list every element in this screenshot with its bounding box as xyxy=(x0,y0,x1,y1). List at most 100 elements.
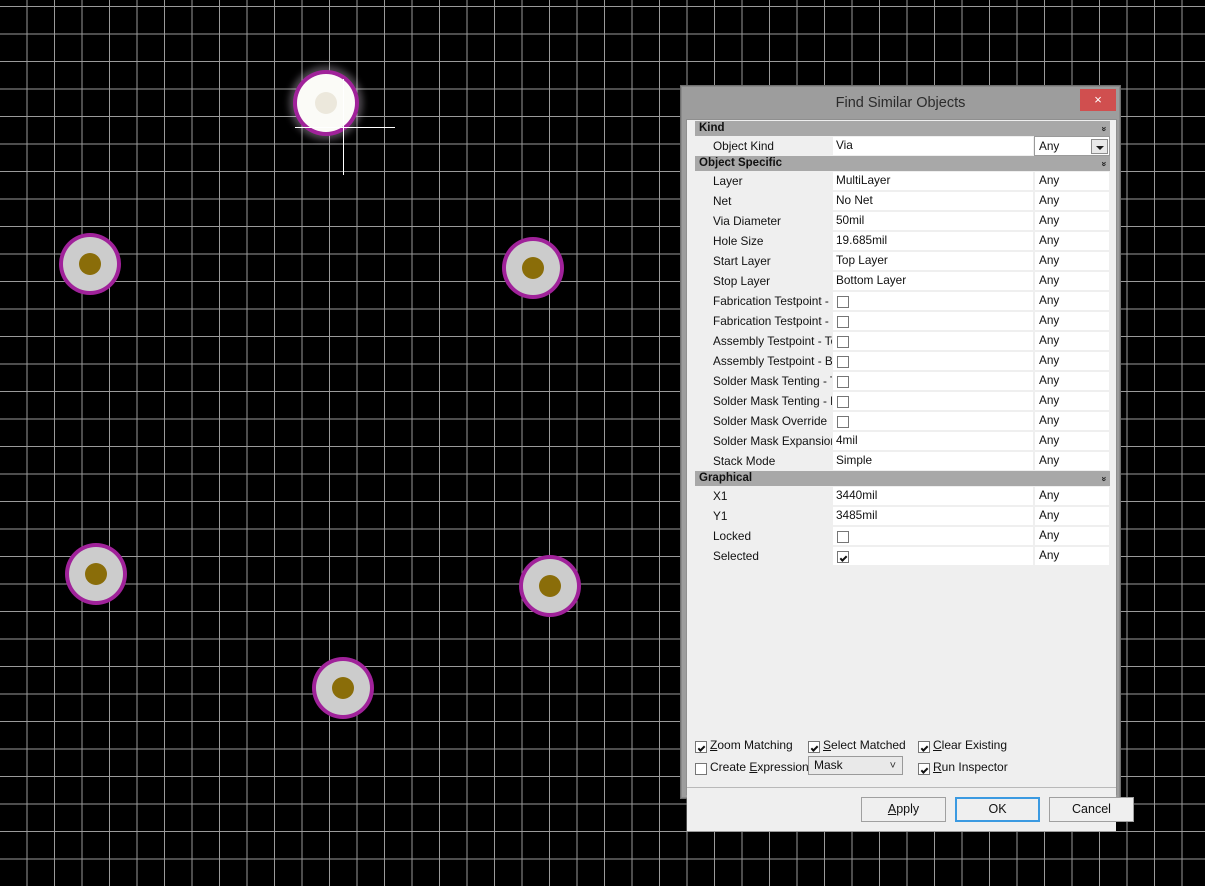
zoom-matching-checkbox[interactable] xyxy=(695,740,707,753)
property-condition[interactable]: Any xyxy=(1034,526,1110,546)
property-checkbox[interactable] xyxy=(837,295,849,308)
property-condition[interactable]: Any xyxy=(1034,171,1110,191)
property-row[interactable]: Selected Any xyxy=(695,546,1110,566)
property-condition[interactable]: Any xyxy=(1034,371,1110,391)
property-checkbox[interactable] xyxy=(837,315,849,328)
property-condition[interactable]: Any xyxy=(1034,486,1110,506)
chevron-double-down-icon[interactable]: » xyxy=(1096,476,1110,480)
property-row[interactable]: Solder Mask Tenting - Bottom Any xyxy=(695,391,1110,411)
property-condition[interactable]: Any xyxy=(1034,271,1110,291)
section-header-kind[interactable]: Kind » xyxy=(695,121,1110,136)
property-condition[interactable]: Any xyxy=(1034,291,1110,311)
section-header-object-specific[interactable]: Object Specific » xyxy=(695,156,1110,171)
property-condition[interactable]: Any xyxy=(1034,136,1110,156)
property-value[interactable] xyxy=(832,311,1034,331)
cancel-button[interactable]: Cancel xyxy=(1049,797,1134,822)
property-condition[interactable]: Any xyxy=(1034,431,1110,451)
property-row[interactable]: Start Layer Top Layer Any xyxy=(695,251,1110,271)
clear-existing-checkbox[interactable] xyxy=(918,740,930,753)
property-condition[interactable]: Any xyxy=(1034,506,1110,526)
property-value[interactable] xyxy=(832,351,1034,371)
property-value[interactable]: Bottom Layer xyxy=(832,271,1034,291)
section-header-graphical[interactable]: Graphical » xyxy=(695,471,1110,486)
property-row[interactable]: Assembly Testpoint - Bottom Any xyxy=(695,351,1110,371)
zoom-matching-option[interactable]: Zoom Matching xyxy=(695,736,793,755)
property-condition[interactable]: Any xyxy=(1034,351,1110,371)
select-matched-checkbox[interactable] xyxy=(808,740,820,753)
dialog-title-bar[interactable]: Find Similar Objects × xyxy=(682,87,1119,119)
property-value[interactable]: 19.685mil xyxy=(832,231,1034,251)
property-value[interactable] xyxy=(832,391,1034,411)
property-value[interactable] xyxy=(832,411,1034,431)
property-row[interactable]: Layer MultiLayer Any xyxy=(695,171,1110,191)
property-grid[interactable]: Kind» Object Kind Via Any Object Specific» La… xyxy=(695,121,1110,611)
property-value[interactable] xyxy=(832,526,1034,546)
property-row[interactable]: Solder Mask Tenting - Top Any xyxy=(695,371,1110,391)
property-row[interactable]: Fabrication Testpoint - Top Any xyxy=(695,291,1110,311)
property-value[interactable]: 3440mil xyxy=(832,486,1034,506)
property-row[interactable]: Solder Mask Expansion 4mil Any xyxy=(695,431,1110,451)
property-value[interactable]: No Net xyxy=(832,191,1034,211)
property-value[interactable]: 3485mil xyxy=(832,506,1034,526)
property-condition[interactable]: Any xyxy=(1034,331,1110,351)
close-icon[interactable]: × xyxy=(1080,89,1116,111)
property-label: Solder Mask Override xyxy=(713,414,828,428)
property-value[interactable]: MultiLayer xyxy=(832,171,1034,191)
property-row[interactable]: Via Diameter 50mil Any xyxy=(695,211,1110,231)
clear-existing-option[interactable]: Clear Existing xyxy=(918,736,1007,755)
select-matched-option[interactable]: Select Matched xyxy=(808,736,906,755)
property-value[interactable] xyxy=(832,291,1034,311)
property-row[interactable]: Stack Mode Simple Any xyxy=(695,451,1110,471)
chevron-double-down-icon[interactable]: » xyxy=(1096,161,1110,165)
property-condition[interactable]: Any xyxy=(1034,231,1110,251)
property-checkbox[interactable] xyxy=(837,375,849,388)
property-value[interactable] xyxy=(832,331,1034,351)
property-value[interactable]: Top Layer xyxy=(832,251,1034,271)
mask-select-dropdown[interactable]: Mask ˅ xyxy=(808,756,903,775)
property-condition[interactable]: Any xyxy=(1034,391,1110,411)
property-row[interactable]: Fabrication Testpoint - Bottom Any xyxy=(695,311,1110,331)
property-value[interactable] xyxy=(832,371,1034,391)
via[interactable] xyxy=(502,237,564,299)
property-condition[interactable]: Any xyxy=(1034,311,1110,331)
create-expression-checkbox[interactable] xyxy=(695,762,707,775)
property-value[interactable]: 50mil xyxy=(832,211,1034,231)
via[interactable] xyxy=(312,657,374,719)
via[interactable] xyxy=(59,233,121,295)
property-condition[interactable]: Any xyxy=(1034,546,1110,566)
create-expression-option[interactable]: Create Expression xyxy=(695,758,809,777)
chevron-double-down-icon[interactable]: » xyxy=(1096,126,1110,130)
property-row[interactable]: Hole Size 19.685mil Any xyxy=(695,231,1110,251)
property-row[interactable]: Net No Net Any xyxy=(695,191,1110,211)
property-row[interactable]: Object Kind Via Any xyxy=(695,136,1110,156)
property-row[interactable]: Assembly Testpoint - Top Any xyxy=(695,331,1110,351)
property-checkbox[interactable] xyxy=(837,550,849,563)
property-row[interactable]: Y1 3485mil Any xyxy=(695,506,1110,526)
via[interactable] xyxy=(519,555,581,617)
apply-button[interactable]: Apply xyxy=(861,797,946,822)
property-row[interactable]: Locked Any xyxy=(695,526,1110,546)
crosshair-horizontal xyxy=(295,127,395,128)
property-condition[interactable]: Any xyxy=(1034,411,1110,431)
property-condition[interactable]: Any xyxy=(1034,451,1110,471)
property-checkbox[interactable] xyxy=(837,335,849,348)
ok-button[interactable]: OK xyxy=(955,797,1040,822)
property-row[interactable]: Solder Mask Override Any xyxy=(695,411,1110,431)
run-inspector-checkbox[interactable] xyxy=(918,762,930,775)
property-value[interactable]: Via xyxy=(832,136,1034,156)
property-row[interactable]: X1 3440mil Any xyxy=(695,486,1110,506)
property-value[interactable]: Simple xyxy=(832,451,1034,471)
property-checkbox[interactable] xyxy=(837,355,849,368)
via[interactable] xyxy=(65,543,127,605)
property-condition[interactable]: Any xyxy=(1034,251,1110,271)
chevron-down-icon[interactable] xyxy=(1091,138,1108,154)
property-checkbox[interactable] xyxy=(837,395,849,408)
run-inspector-option[interactable]: Run Inspector xyxy=(918,758,1008,777)
property-checkbox[interactable] xyxy=(837,530,849,543)
property-condition[interactable]: Any xyxy=(1034,211,1110,231)
property-value[interactable] xyxy=(832,546,1034,566)
property-checkbox[interactable] xyxy=(837,415,849,428)
property-condition[interactable]: Any xyxy=(1034,191,1110,211)
property-value[interactable]: 4mil xyxy=(832,431,1034,451)
property-row[interactable]: Stop Layer Bottom Layer Any xyxy=(695,271,1110,291)
